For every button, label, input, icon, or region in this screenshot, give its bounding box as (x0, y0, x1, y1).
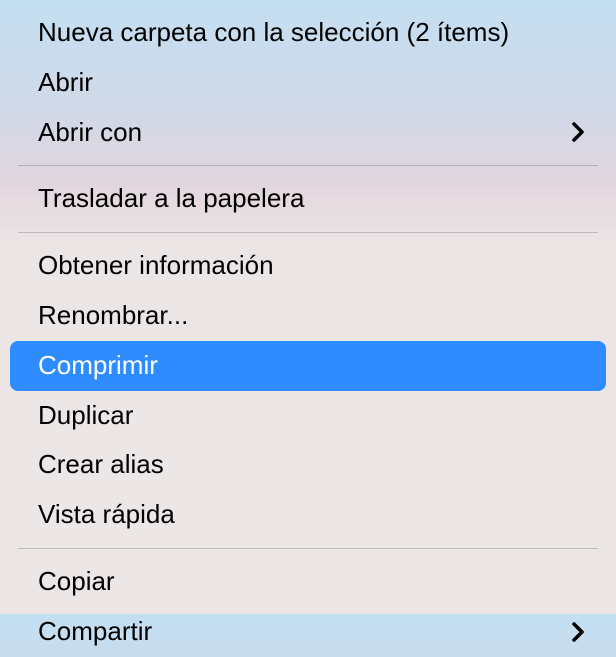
menu-item[interactable]: Copiar (10, 557, 606, 607)
menu-item-label: Renombrar... (38, 299, 188, 333)
context-menu: Nueva carpeta con la selección (2 ítems)… (0, 0, 616, 657)
menu-item-label: Obtener información (38, 249, 274, 283)
menu-separator (18, 165, 598, 166)
menu-item[interactable]: Obtener información (10, 241, 606, 291)
chevron-right-icon (570, 619, 586, 645)
menu-item-label: Copiar (38, 565, 115, 599)
menu-item-label: Abrir (38, 66, 93, 100)
menu-item-label: Vista rápida (38, 498, 175, 532)
menu-item[interactable]: Duplicar (10, 391, 606, 441)
chevron-right-icon (570, 119, 586, 145)
menu-item[interactable]: Comprimir (10, 341, 606, 391)
menu-item-label: Nueva carpeta con la selección (2 ítems) (38, 16, 509, 50)
menu-item[interactable]: Compartir (10, 607, 606, 657)
menu-item-label: Abrir con (38, 116, 142, 150)
menu-separator (18, 232, 598, 233)
menu-item[interactable]: Renombrar... (10, 291, 606, 341)
menu-item-label: Comprimir (38, 349, 158, 383)
menu-item-label: Crear alias (38, 448, 164, 482)
menu-item[interactable]: Nueva carpeta con la selección (2 ítems) (10, 8, 606, 58)
menu-item[interactable]: Abrir (10, 58, 606, 108)
menu-item[interactable]: Vista rápida (10, 490, 606, 540)
menu-item-label: Trasladar a la papelera (38, 182, 304, 216)
menu-separator (18, 548, 598, 549)
menu-item[interactable]: Trasladar a la papelera (10, 174, 606, 224)
menu-item[interactable]: Crear alias (10, 440, 606, 490)
menu-item[interactable]: Abrir con (10, 108, 606, 158)
menu-item-label: Compartir (38, 615, 152, 649)
menu-item-label: Duplicar (38, 399, 133, 433)
